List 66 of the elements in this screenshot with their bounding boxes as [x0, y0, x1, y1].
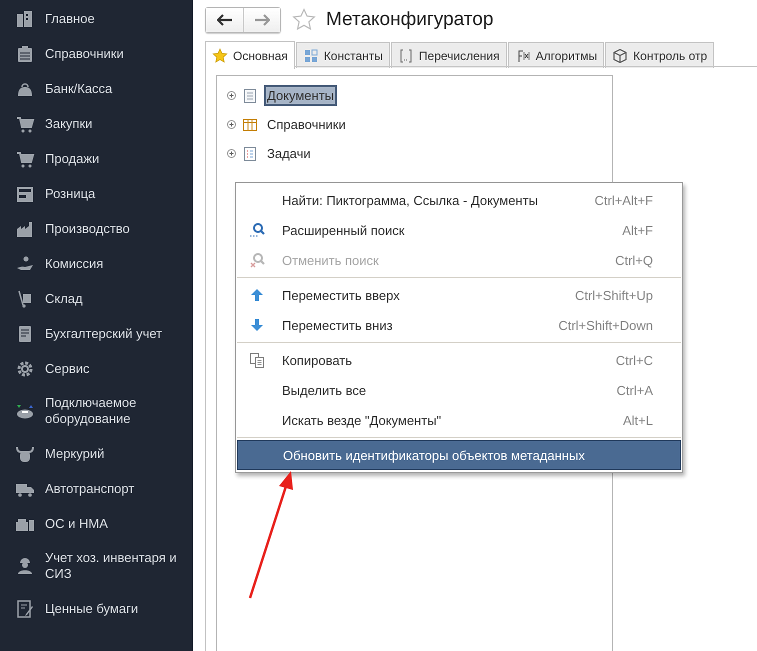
sidebar-item[interactable]: Меркурий — [0, 436, 193, 471]
sidebar-item[interactable]: Автотранспорт — [0, 471, 193, 506]
shortcut-text: Ctrl+Alt+F — [594, 192, 653, 208]
menu-item[interactable]: Переместить вверх Ctrl+Shift+Up — [237, 280, 681, 310]
sidebar-item[interactable]: Продажи — [0, 141, 193, 176]
tree-item[interactable]: Документы — [264, 85, 338, 106]
menu-item[interactable]: Обновить идентификаторы объектов метаданных — [237, 440, 681, 470]
sidebar-item[interactable]: Производство — [0, 211, 193, 246]
sidebar-item[interactable]: Банк/Касса — [0, 71, 193, 106]
down-arrow-icon — [249, 317, 265, 333]
search-cancel-icon — [249, 252, 265, 268]
shortcut-text: Alt+L — [623, 412, 653, 428]
tab[interactable]: Основная — [205, 41, 295, 69]
expand-icon[interactable] — [227, 120, 236, 129]
sidebar-item[interactable]: Розница — [0, 176, 193, 211]
shortcut-text: Ctrl+A — [616, 382, 653, 398]
sidebar-item[interactable]: Подключаемое оборудование — [0, 386, 193, 436]
building-icon — [15, 8, 35, 28]
sidebar-item[interactable]: ОС и НМА — [0, 506, 193, 541]
copy-icon — [249, 352, 265, 368]
expand-icon[interactable] — [227, 91, 236, 100]
menu-item[interactable]: Выделить все Ctrl+A — [237, 375, 681, 405]
shortcut-text: Ctrl+Shift+Up — [574, 288, 653, 302]
task-list-icon — [242, 146, 258, 162]
tree-item[interactable]: Справочники — [264, 114, 349, 135]
sidebar-item[interactable]: Учет хоз. инвентаря и СИЗ — [0, 541, 193, 591]
sidebar-item[interactable]: Бухгалтерский учет — [0, 316, 193, 351]
sidebar-item[interactable]: Закупки — [0, 106, 193, 141]
expand-icon[interactable] — [227, 149, 236, 158]
tab[interactable]: Константы — [296, 42, 390, 68]
shortcut-text: Ctrl+C — [616, 352, 653, 368]
star-icon — [212, 48, 228, 64]
menu-item[interactable]: Копировать Ctrl+C — [237, 345, 681, 375]
worker-icon — [15, 556, 35, 576]
cube-icon — [612, 48, 628, 64]
blocks-icon — [302, 48, 319, 64]
gear-icon — [15, 358, 35, 378]
forward-arrow-icon — [254, 14, 270, 26]
menu-item[interactable]: Найти: Пиктограмма, Ссылка - Документы Ctrl+Alt+F — [237, 185, 681, 215]
tab[interactable]: Алгоритмы — [508, 42, 604, 68]
sidebar-item[interactable]: Ценные бумаги — [0, 591, 193, 626]
sidebar-item[interactable]: Сервис — [0, 351, 193, 386]
document-pen-icon — [15, 598, 35, 618]
shortcut-text: Ctrl+Shift+Down — [558, 318, 653, 332]
search-icon — [249, 222, 265, 238]
back-button[interactable] — [206, 8, 243, 32]
window-title: Метаконфигуратор — [326, 9, 494, 31]
tab[interactable]: Перечисления — [390, 42, 507, 68]
document-icon — [242, 88, 258, 104]
back-arrow-icon — [216, 14, 232, 26]
sidebar-item[interactable]: Главное — [0, 1, 193, 36]
up-arrow-icon — [249, 287, 265, 303]
menu-item[interactable]: Расширенный поиск Alt+F — [237, 215, 681, 245]
menu-item[interactable]: Искать везде "Документы" Alt+L — [237, 405, 681, 435]
braces-icon — [398, 48, 414, 64]
table-icon — [242, 116, 258, 132]
tree-item[interactable]: Задачи — [264, 143, 314, 164]
tab[interactable]: Контроль отр — [605, 42, 714, 68]
shortcut-text: Alt+F — [622, 222, 653, 238]
sidebar-item[interactable]: Комиссия — [0, 246, 193, 281]
sidebar-item[interactable]: Склад — [0, 281, 193, 316]
sidebar-item[interactable]: Справочники — [0, 36, 193, 71]
menu-item[interactable]: Переместить вниз Ctrl+Shift+Down — [237, 310, 681, 340]
clipboard-icon — [15, 44, 35, 64]
star-icon[interactable] — [292, 8, 316, 32]
shortcut-text: Ctrl+Q — [615, 252, 653, 268]
